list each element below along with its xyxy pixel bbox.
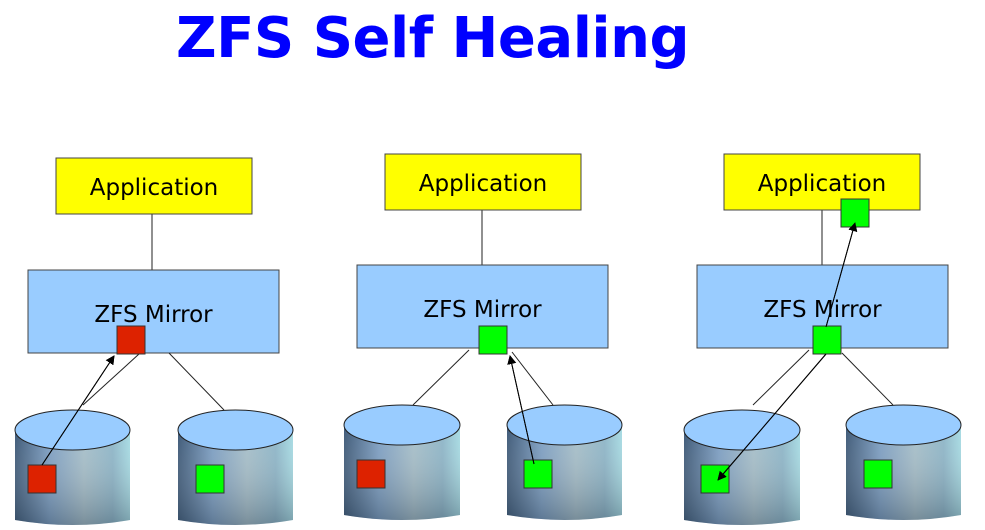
disk-1 (683, 409, 801, 525)
disk-connector-line (168, 352, 225, 411)
good-data-block (478, 325, 508, 355)
good-data-block (863, 459, 893, 489)
disk-top (177, 409, 294, 451)
panel-3: Application ZFS Mirror (683, 153, 962, 525)
application-label: Application (419, 171, 548, 197)
zfs-mirror-label: ZFS Mirror (763, 297, 882, 323)
self-healing-diagram: Application ZFS Mirror Application ZFS Mirr… (14, 153, 962, 525)
application-label: Application (758, 171, 887, 197)
disk-connector-line (412, 349, 470, 406)
disk-top (845, 404, 962, 446)
disk-2 (845, 404, 962, 520)
disk-connector-line (82, 353, 140, 406)
good-data-block (523, 459, 553, 489)
disk-1 (14, 409, 131, 525)
zfs-mirror-label: ZFS Mirror (423, 297, 542, 323)
zfs-mirror-label: ZFS Mirror (94, 302, 213, 328)
panel-2: Application ZFS Mirror (343, 153, 623, 520)
good-data-block (195, 464, 225, 494)
corrupt-data-block (356, 459, 386, 489)
disk-top (506, 404, 623, 446)
good-data-block (812, 325, 842, 355)
disk-top (14, 409, 131, 451)
disk-connector-line (752, 349, 810, 406)
disk-connector-line (841, 352, 894, 406)
disk-1 (343, 404, 461, 520)
panel-1: Application ZFS Mirror (14, 157, 294, 525)
corrupt-data-block (116, 325, 146, 355)
corrupt-data-block (27, 464, 57, 494)
good-data-block (840, 198, 870, 228)
good-data-block (700, 464, 730, 494)
disk-connector-line (511, 351, 554, 406)
disk-top (683, 409, 801, 451)
application-label: Application (90, 175, 219, 201)
disk-2 (177, 409, 294, 525)
disk-top (343, 404, 461, 446)
